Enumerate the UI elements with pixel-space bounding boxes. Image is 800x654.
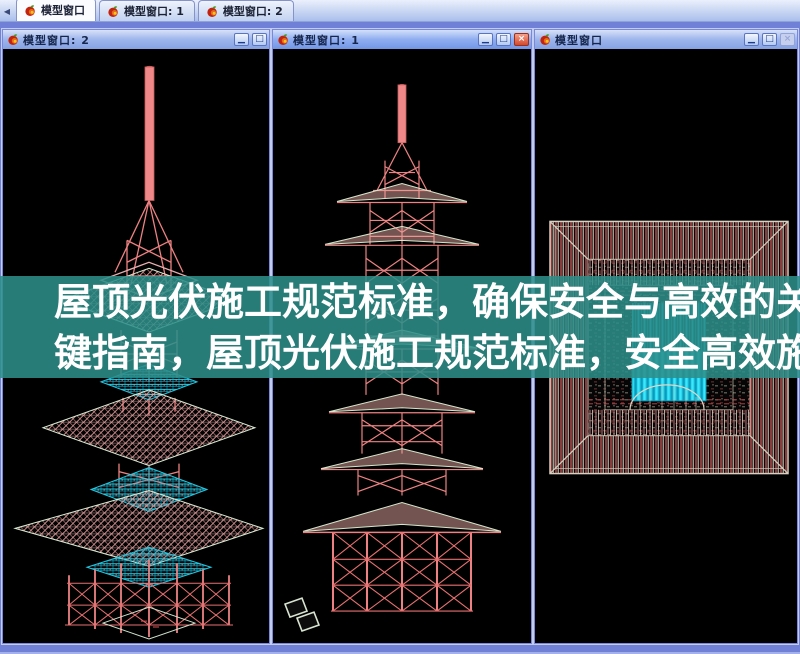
tab-label: 模型窗口: 1 bbox=[124, 5, 184, 18]
model-window-icon[interactable] bbox=[277, 33, 290, 46]
minimize-button[interactable]: ▁ bbox=[744, 33, 759, 46]
model-window-icon bbox=[206, 5, 219, 18]
caption-line-1: 屋顶光伏施工规范标准，确保安全与高效的关 bbox=[54, 280, 800, 324]
caption-line-2: 键指南，屋顶光伏施工规范标准，安全高效施 bbox=[54, 331, 800, 375]
minimize-button[interactable]: ▁ bbox=[234, 33, 249, 46]
tab-model-window-1[interactable]: 模型窗口: 1 bbox=[99, 0, 195, 21]
maximize-button[interactable]: □ bbox=[762, 33, 777, 46]
tab-label: 模型窗口 bbox=[41, 4, 85, 17]
tab-label: 模型窗口: 2 bbox=[222, 5, 283, 18]
tab-model-window[interactable]: 模型窗口 bbox=[16, 0, 96, 21]
model-window-icon bbox=[24, 4, 37, 17]
maximize-button[interactable]: □ bbox=[496, 33, 511, 46]
window-title: 模型窗口 bbox=[555, 33, 603, 47]
tab-scroll-left-icon[interactable]: ◀ bbox=[1, 4, 13, 18]
maximize-button[interactable]: □ bbox=[252, 33, 267, 46]
tab-model-window-2[interactable]: 模型窗口: 2 bbox=[197, 0, 294, 21]
titlebar-model-window-1[interactable]: 模型窗口: 1 ▁ □ × bbox=[273, 30, 531, 49]
close-button-disabled: × bbox=[780, 33, 795, 46]
titlebar-model-window-2[interactable]: 模型窗口: 2 ▁ □ bbox=[3, 30, 269, 49]
minimize-button[interactable]: ▁ bbox=[478, 33, 493, 46]
window-tab-bar: ◀ 模型窗口 模型窗口: 1 模型窗口: 2 bbox=[0, 0, 800, 22]
model-window-icon[interactable] bbox=[7, 33, 20, 46]
model-window-icon bbox=[107, 5, 120, 18]
model-window-icon[interactable] bbox=[539, 33, 552, 46]
window-title: 模型窗口: 1 bbox=[293, 33, 360, 47]
window-title: 模型窗口: 2 bbox=[23, 33, 90, 47]
caption-banner: 屋顶光伏施工规范标准，确保安全与高效的关 键指南，屋顶光伏施工规范标准，安全高效… bbox=[0, 276, 800, 378]
close-button[interactable]: × bbox=[514, 33, 529, 46]
ucs-axis-icon bbox=[283, 597, 321, 633]
titlebar-model-window[interactable]: 模型窗口 ▁ □ × bbox=[535, 30, 797, 49]
